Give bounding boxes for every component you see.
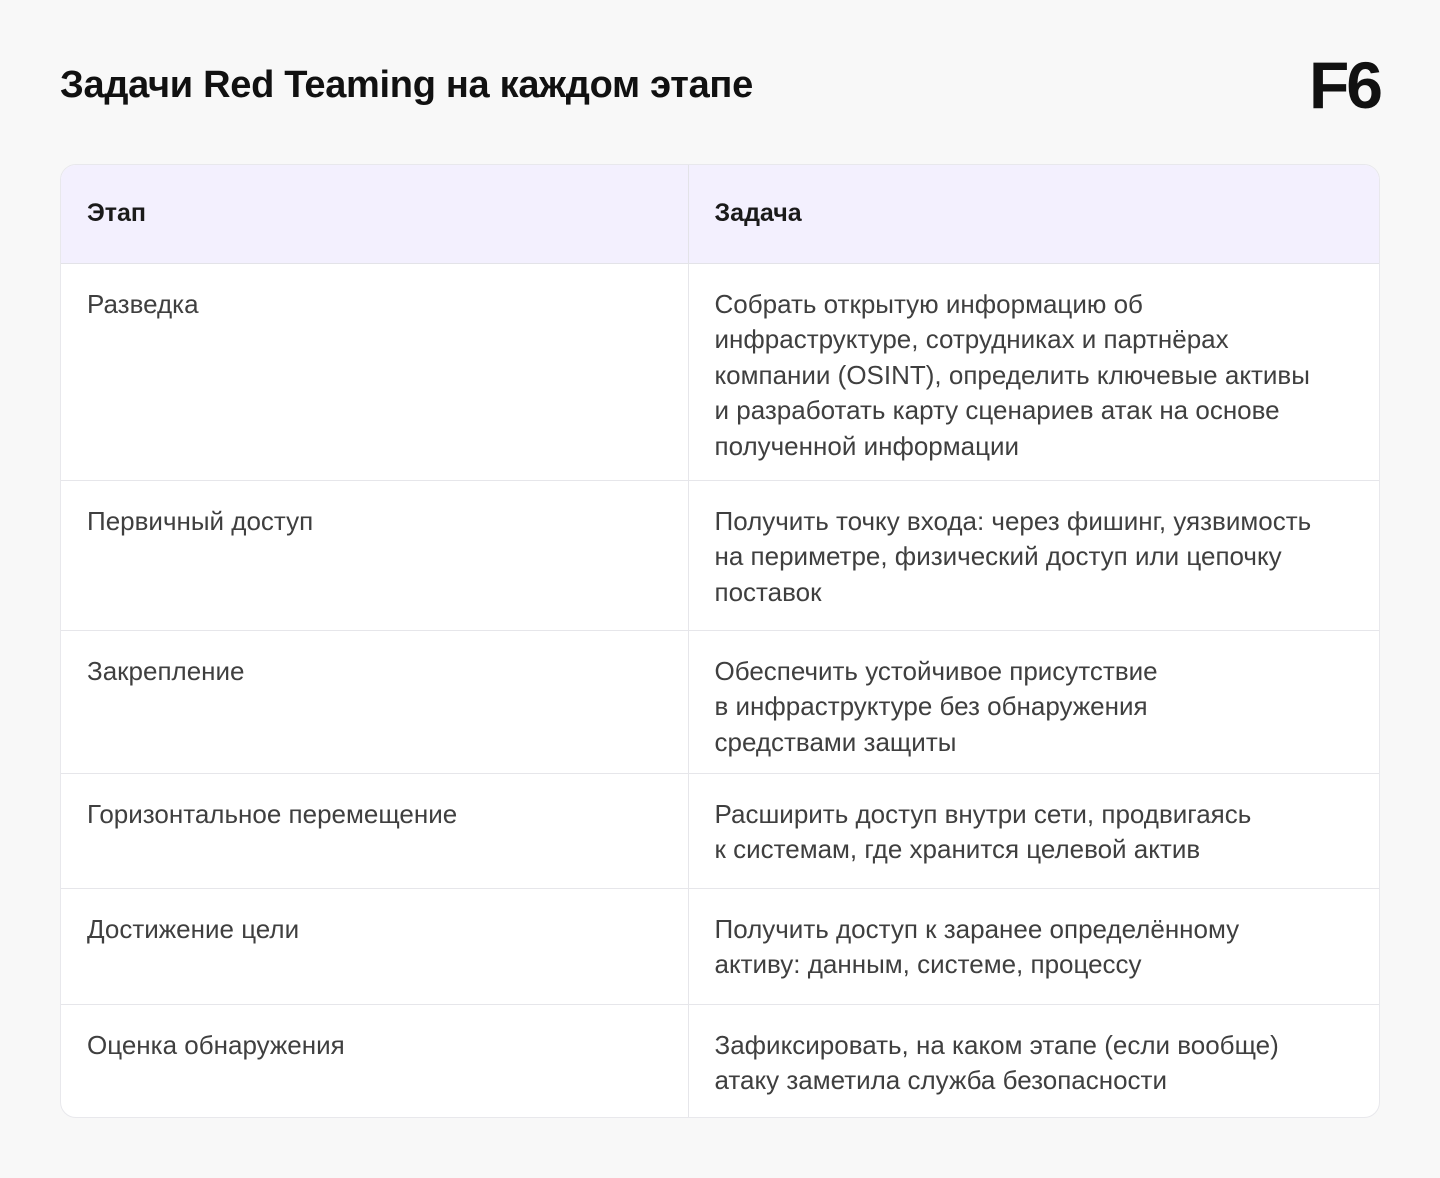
column-header-task: Задача xyxy=(687,165,1379,264)
table-header-row: Этап Задача xyxy=(61,165,1379,264)
stage-text: Закрепление xyxy=(87,655,245,686)
table-row: Оценка обнаружения Зафиксировать, на как… xyxy=(61,1003,1379,1117)
task-text: Зафиксировать, на каком этапе (если вооб… xyxy=(714,1029,1279,1096)
stage-text: Первичный доступ xyxy=(87,505,314,536)
stage-cell: Первичный доступ xyxy=(61,479,688,630)
brand-logo: F6 xyxy=(1308,48,1383,122)
table-row: Горизонтальное перемещение Расширить дос… xyxy=(61,772,1379,888)
task-cell: Получить доступ к заранее определённому … xyxy=(687,887,1379,1004)
table-row: Первичный доступ Получить точку входа: ч… xyxy=(61,479,1379,630)
task-text: Собрать открытую информацию об инфрастру… xyxy=(714,288,1310,461)
stage-cell: Оценка обнаружения xyxy=(61,1003,688,1117)
table-row: Закрепление Обеспечить устойчивое присут… xyxy=(61,629,1379,773)
stage-text: Достижение цели xyxy=(87,913,300,944)
task-cell: Зафиксировать, на каком этапе (если вооб… xyxy=(687,1003,1379,1117)
stage-cell: Разведка xyxy=(61,263,688,480)
stage-cell: Достижение цели xyxy=(61,887,688,1004)
stage-text: Горизонтальное перемещение xyxy=(87,798,458,829)
stage-text: Разведка xyxy=(87,288,199,319)
task-text: Расширить доступ внутри сети, продвигаяс… xyxy=(714,798,1252,865)
tasks-table: Этап Задача Разведка Собрать открытую ин… xyxy=(61,165,1379,1117)
stage-cell: Закрепление xyxy=(61,629,688,773)
table-row: Достижение цели Получить доступ к заране… xyxy=(61,887,1379,1004)
task-text: Получить точку входа: через фишинг, уязв… xyxy=(714,505,1312,607)
task-cell: Получить точку входа: через фишинг, уязв… xyxy=(687,479,1379,630)
column-header-stage: Этап xyxy=(61,165,688,264)
task-text: Получить доступ к заранее определённому … xyxy=(714,913,1240,980)
table-row: Разведка Собрать открытую информацию об … xyxy=(61,263,1379,480)
page-title: Задачи Red Teaming на каждом этапе xyxy=(60,64,753,106)
stage-text: Оценка обнаружения xyxy=(87,1029,345,1060)
task-cell: Собрать открытую информацию об инфрастру… xyxy=(687,263,1379,480)
tasks-table-card: Этап Задача Разведка Собрать открытую ин… xyxy=(60,164,1380,1118)
task-cell: Расширить доступ внутри сети, продвигаяс… xyxy=(687,772,1379,888)
task-cell: Обеспечить устойчивое присутствие в инфр… xyxy=(687,629,1379,773)
stage-cell: Горизонтальное перемещение xyxy=(61,772,688,888)
task-text: Обеспечить устойчивое присутствие в инфр… xyxy=(714,655,1158,757)
